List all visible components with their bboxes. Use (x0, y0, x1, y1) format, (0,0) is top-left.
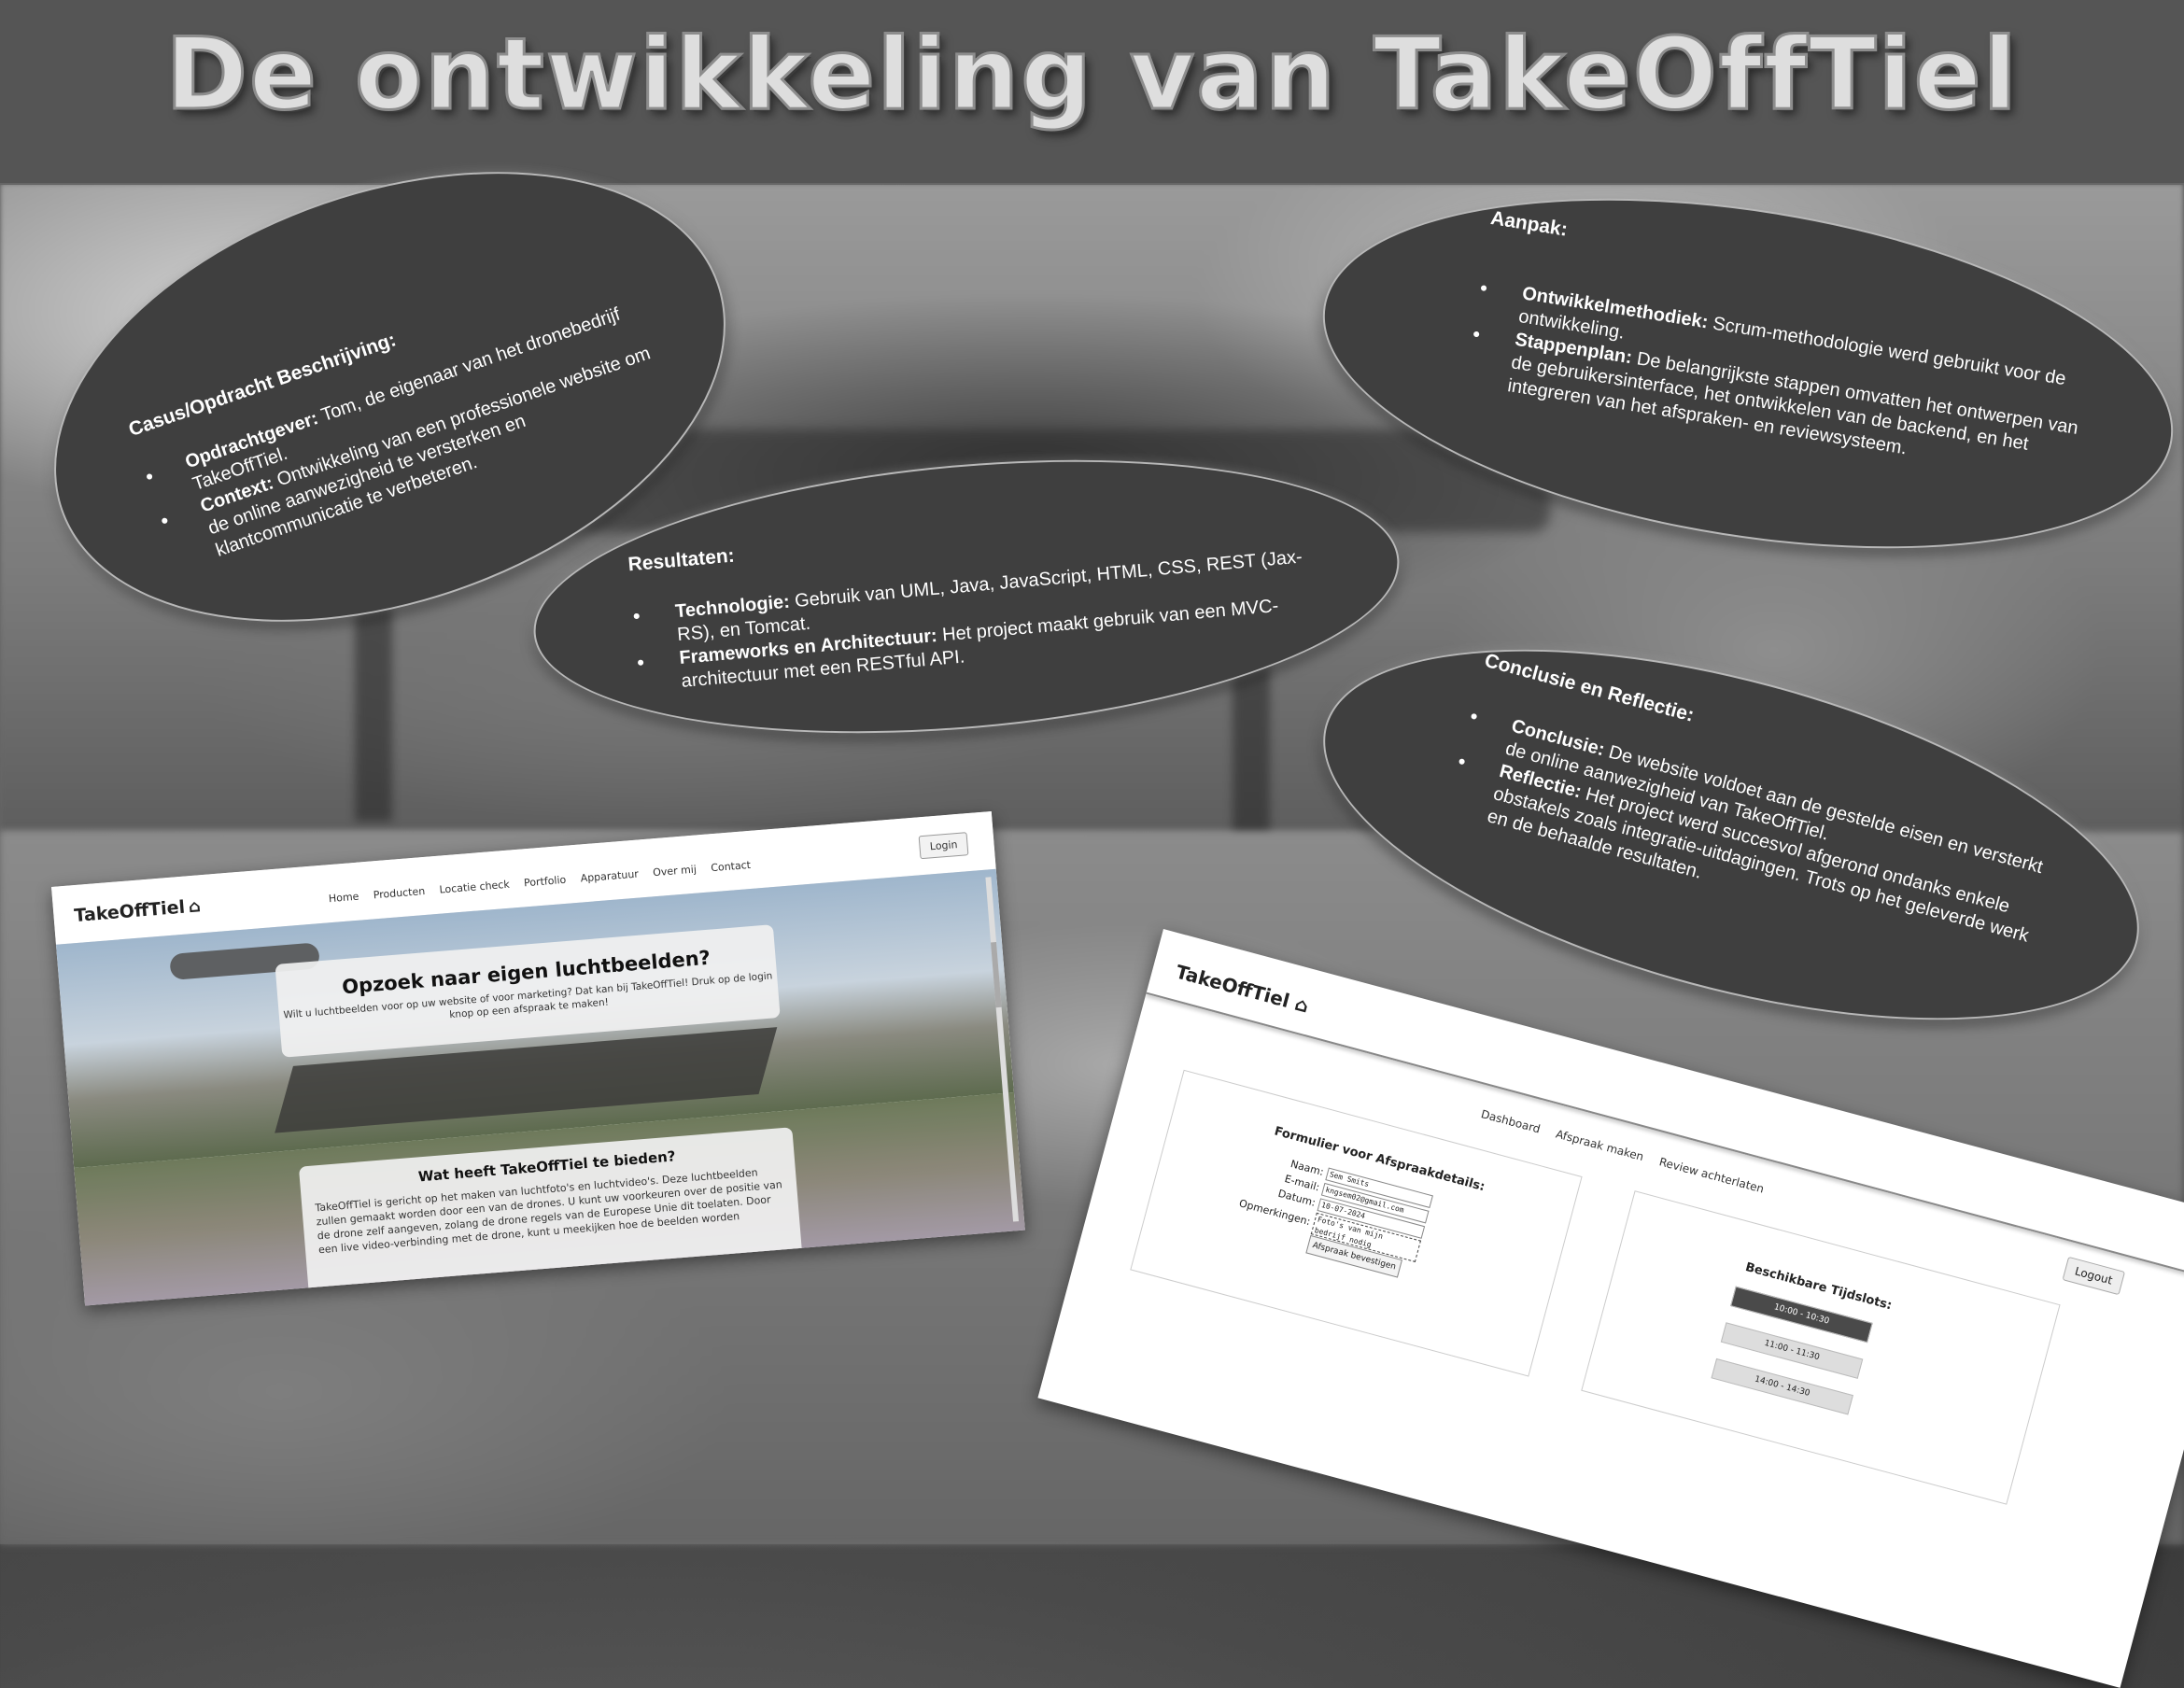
house-drone-icon: ⌂ (1292, 992, 1312, 1018)
house-drone-icon: ⌂ (188, 896, 202, 918)
homepage-screenshot: TakeOffTiel ⌂ Home Producten Locatie chec… (51, 810, 1025, 1306)
nav-link-over-mij[interactable]: Over mij (653, 864, 697, 879)
nav-link-producten[interactable]: Producten (373, 885, 425, 901)
logo[interactable]: TakeOffTiel ⌂ (1174, 961, 1312, 1018)
nav-link-portfolio[interactable]: Portfolio (524, 874, 567, 890)
logo-text: TakeOffTiel (73, 896, 186, 927)
nav-link-home[interactable]: Home (328, 891, 359, 906)
logo-text: TakeOffTiel (1173, 960, 1292, 1013)
page-title: De ontwikkeling van TakeOffTiel (164, 16, 2019, 134)
nav-link-afspraak-maken[interactable]: Afspraak maken (1555, 1128, 1645, 1164)
title-banner: De ontwikkeling van TakeOffTiel (0, 0, 2184, 185)
nav-link-apparatuur[interactable]: Apparatuur (580, 868, 639, 885)
nav-link-locatie-check[interactable]: Locatie check (439, 879, 510, 896)
timeslots-panel: Beschikbare Tijdslots: 10:00 - 10:30 11:… (1581, 1190, 2061, 1505)
login-button[interactable]: Login (918, 832, 969, 860)
logout-button[interactable]: Logout (2062, 1256, 2126, 1296)
logo[interactable]: TakeOffTiel ⌂ (74, 895, 202, 926)
nav-link-review-achterlaten[interactable]: Review achterlaten (1657, 1155, 1765, 1195)
nav-link-contact[interactable]: Contact (711, 859, 752, 874)
nav-link-dashboard[interactable]: Dashboard (1480, 1107, 1543, 1135)
